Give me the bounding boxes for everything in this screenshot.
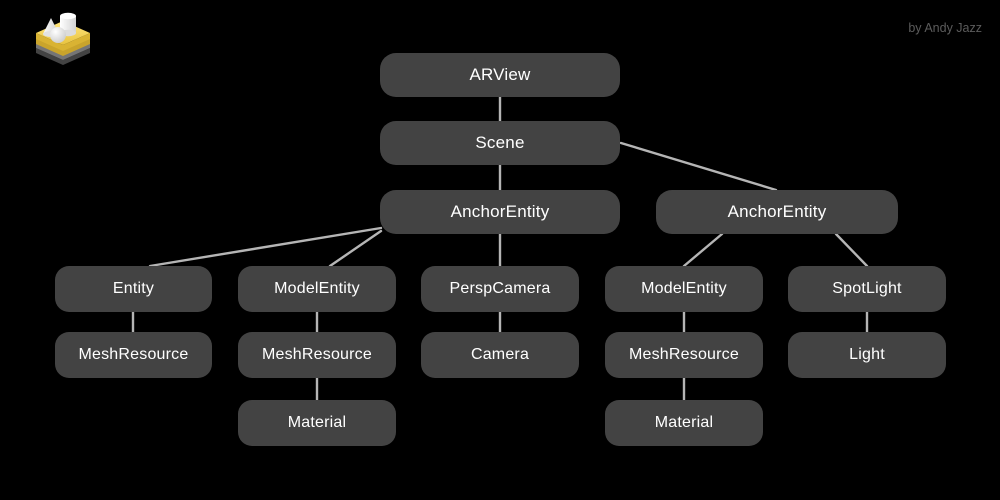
node-model_left[interactable]: ModelEntity	[238, 266, 396, 312]
edge-anchor_right-to-spotlight	[834, 232, 869, 268]
attribution-label: by Andy Jazz	[908, 21, 982, 35]
node-label: SpotLight	[832, 280, 902, 297]
node-mesh_a[interactable]: MeshResource	[55, 332, 212, 378]
realitykit-icon	[36, 12, 90, 65]
node-label: Material	[654, 414, 714, 431]
node-material_left[interactable]: Material	[238, 400, 396, 446]
node-label: Entity	[112, 280, 155, 297]
node-label: AnchorEntity	[727, 202, 827, 221]
node-label: ARView	[469, 65, 531, 84]
node-label: Light	[849, 346, 885, 363]
node-mesh_b[interactable]: MeshResource	[238, 332, 396, 378]
node-mesh_c[interactable]: MeshResource	[605, 332, 763, 378]
node-label: PerspCamera	[449, 280, 551, 297]
node-label: ModelEntity	[641, 280, 727, 297]
node-arview[interactable]: ARView	[380, 53, 620, 97]
edge-anchor_left-to-entity	[148, 226, 383, 268]
node-light[interactable]: Light	[788, 332, 946, 378]
node-label: ModelEntity	[274, 280, 360, 297]
node-camera[interactable]: Camera	[421, 332, 579, 378]
edge-anchor_left-to-model_left	[328, 229, 383, 268]
node-label: Material	[287, 414, 347, 431]
node-label: AnchorEntity	[450, 202, 550, 221]
edge-anchor_right-to-model_right	[682, 232, 724, 268]
node-anchor_left[interactable]: AnchorEntity	[380, 190, 620, 234]
node-label: Camera	[470, 346, 530, 363]
node-entity[interactable]: Entity	[55, 266, 212, 312]
edge-scene-to-anchor_right	[619, 141, 778, 192]
diagram-canvas: ARView Scene AnchorEntity AnchorEntity Entit…	[0, 0, 1000, 500]
node-material_right[interactable]: Material	[605, 400, 763, 446]
node-label: MeshResource	[78, 346, 189, 363]
node-anchor_right[interactable]: AnchorEntity	[656, 190, 898, 234]
node-label: MeshResource	[261, 346, 372, 363]
node-spotlight[interactable]: SpotLight	[788, 266, 946, 312]
node-scene[interactable]: Scene	[380, 121, 620, 165]
node-model_right[interactable]: ModelEntity	[605, 266, 763, 312]
node-label: Scene	[475, 133, 525, 152]
node-label: MeshResource	[628, 346, 739, 363]
node-perspcamera[interactable]: PerspCamera	[421, 266, 579, 312]
